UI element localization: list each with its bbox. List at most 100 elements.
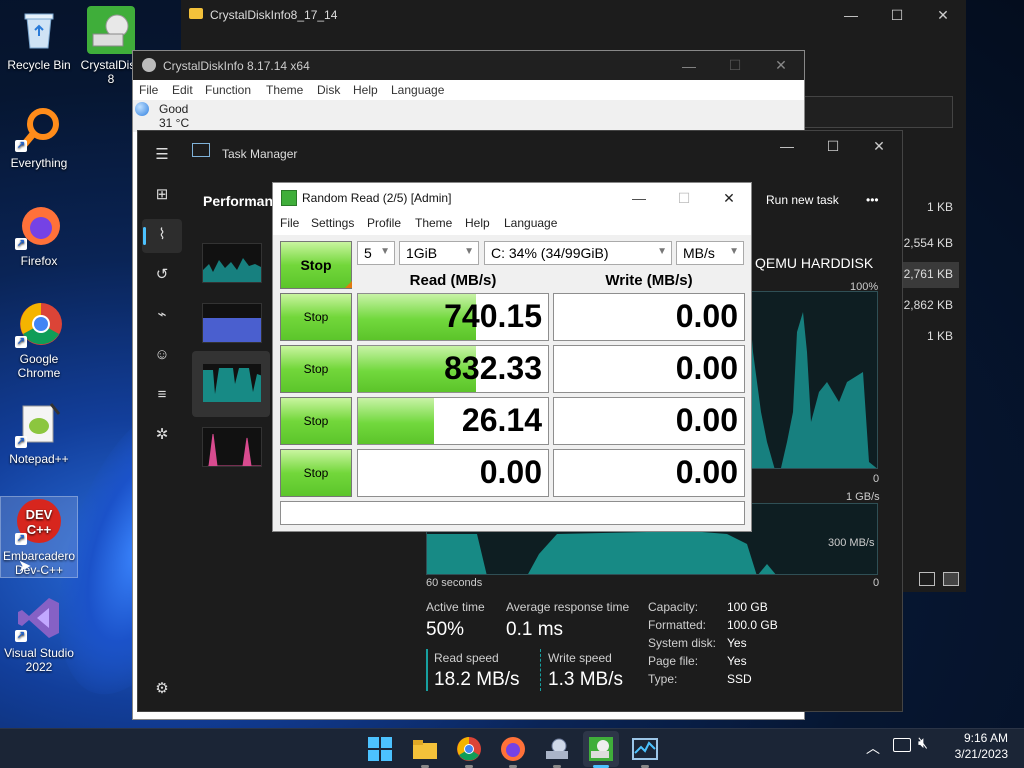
start-windows-icon[interactable]: [367, 736, 395, 764]
row-stop-button[interactable]: Stop: [280, 449, 352, 497]
graph-zero-label: 0: [873, 473, 880, 485]
read-result-value: 26.14: [461, 402, 542, 438]
close-button[interactable]: ✕: [758, 51, 804, 80]
time-span-label: 60 seconds: [426, 577, 483, 589]
search-box[interactable]: [801, 96, 953, 128]
details-icon[interactable]: ≡: [150, 383, 174, 407]
read-progress-bar: [358, 398, 434, 444]
write-result-value: 0.00: [675, 454, 738, 490]
network-icon[interactable]: [893, 738, 911, 752]
read-speed-value: 18.2 MB/s: [434, 669, 520, 690]
test-size-select[interactable]: 1GiB ▼: [399, 241, 479, 265]
desktop-icon-firefox[interactable]: ↗ Firefox: [1, 202, 77, 272]
tiles-view-icon[interactable]: [943, 572, 959, 586]
mouse-cursor-icon: ➤: [18, 558, 32, 575]
taskbar: ︿ 🔇︎ 9:16 AM 3/21/2023: [0, 728, 1024, 768]
row-stop-button[interactable]: Stop: [280, 293, 352, 341]
maximize-button[interactable]: ☐: [874, 0, 920, 30]
menu-language[interactable]: Language: [391, 83, 444, 97]
explorer-title: CrystalDiskInfo8_17_14: [210, 8, 338, 22]
volume-muted-icon[interactable]: 🔇︎: [918, 735, 928, 753]
more-options-button[interactable]: •••: [866, 193, 879, 207]
desktop-icon-everything[interactable]: ↗ Everything: [1, 104, 77, 174]
desktop-icon-label: Everything: [10, 156, 68, 170]
unit-select[interactable]: MB/s ▼: [676, 241, 744, 265]
clock-date[interactable]: 3/21/2023: [946, 747, 1008, 761]
desktop-icon-chrome[interactable]: ↗ Google Chrome: [1, 300, 77, 384]
users-icon[interactable]: ☺: [150, 343, 174, 367]
desktop-icon-devcpp[interactable]: DEV C++ ↗ Embarcadero Dev-C++: [0, 496, 78, 578]
crystaldiskinfo-taskbar-icon[interactable]: [543, 735, 571, 763]
capacity-value: 100 GB: [727, 600, 768, 614]
menu-file[interactable]: File: [139, 83, 158, 97]
test-count-select[interactable]: 5 ▼: [357, 241, 395, 265]
clock-time[interactable]: 9:16 AM: [950, 731, 1008, 745]
task-manager-taskbar-icon[interactable]: [631, 735, 659, 763]
comment-input[interactable]: [280, 501, 745, 525]
chevron-down-icon: ▼: [729, 246, 739, 257]
read-result-cell: 0.00: [357, 449, 549, 497]
menu-profile[interactable]: Profile: [367, 216, 401, 230]
chrome-taskbar-icon[interactable]: [455, 735, 483, 763]
crystaldiskmark-taskbar-icon[interactable]: [587, 735, 615, 763]
row-stop-button[interactable]: Stop: [280, 397, 352, 445]
close-button[interactable]: ✕: [706, 183, 752, 213]
task-manager-icon: [192, 143, 210, 157]
menu-theme[interactable]: Theme: [415, 216, 452, 230]
memory-thumbnail[interactable]: [202, 303, 262, 343]
desktop-icon-recycle-bin[interactable]: Recycle Bin: [1, 6, 77, 78]
disk-thumbnail[interactable]: [202, 363, 262, 403]
maximize-button[interactable]: ☐: [712, 51, 758, 80]
details-view-icon[interactable]: [919, 572, 935, 586]
menu-file[interactable]: File: [280, 216, 299, 230]
drive-select[interactable]: C: 34% (34/99GiB) ▼: [484, 241, 672, 265]
menu-theme[interactable]: Theme: [266, 83, 303, 97]
read-result-value: 740.15: [444, 298, 542, 334]
menu-help[interactable]: Help: [465, 216, 490, 230]
desktop-icon-visual-studio[interactable]: ↗ Visual Studio 2022: [1, 594, 77, 678]
avg-response-label: Average response time: [506, 600, 630, 614]
hamburger-menu-icon[interactable]: ☰: [150, 143, 174, 167]
cpu-thumbnail[interactable]: [202, 243, 262, 283]
visual-studio-icon: ↗: [15, 594, 63, 642]
close-button[interactable]: ✕: [856, 131, 902, 161]
write-result-cell: 0.00: [553, 345, 745, 393]
random-read-titlebar: Random Read (2/5) [Admin] — ☐ ✕: [273, 183, 751, 213]
file-explorer-taskbar-icon[interactable]: [411, 735, 439, 763]
write-speed-marker: [540, 649, 541, 691]
task-manager-title: Task Manager: [222, 147, 298, 161]
network-thumbnail[interactable]: [202, 427, 262, 467]
menu-disk[interactable]: Disk: [317, 83, 340, 97]
formatted-value: 100.0 GB: [727, 618, 778, 632]
random-read-menubar: File Settings Profile Theme Help Languag…: [273, 213, 751, 235]
run-new-task-button[interactable]: Run new task: [766, 193, 839, 207]
row-stop-button[interactable]: Stop: [280, 345, 352, 393]
settings-gear-icon[interactable]: ⚙: [150, 677, 174, 701]
stop-all-button[interactable]: Stop: [280, 241, 352, 289]
unit-value: MB/s: [683, 245, 715, 261]
services-icon[interactable]: ✲: [150, 423, 174, 447]
disk-model-name: QEMU HARDDISK: [755, 255, 874, 271]
crystal-menubar: File Edit Function Theme Disk Help Langu…: [133, 80, 804, 100]
maximize-button[interactable]: ☐: [810, 131, 856, 161]
close-button[interactable]: ✕: [920, 0, 966, 30]
minimize-button[interactable]: —: [764, 131, 810, 161]
menu-help[interactable]: Help: [353, 83, 378, 97]
app-history-icon[interactable]: ↺: [150, 263, 174, 287]
processes-icon[interactable]: ⊞: [150, 183, 174, 207]
minimize-button[interactable]: —: [666, 51, 712, 80]
chevron-up-icon[interactable]: ︿: [866, 738, 880, 758]
startup-apps-icon[interactable]: ⌁: [150, 303, 174, 327]
maximize-button[interactable]: ☐: [661, 183, 707, 213]
read-speed-marker: [426, 649, 428, 691]
menu-function[interactable]: Function: [205, 83, 251, 97]
firefox-taskbar-icon[interactable]: [499, 735, 527, 763]
minimize-button[interactable]: —: [616, 183, 662, 213]
menu-settings[interactable]: Settings: [311, 216, 354, 230]
corner-marker-icon: [345, 281, 352, 288]
performance-icon[interactable]: ⌇: [150, 223, 174, 247]
desktop-icon-notepadpp[interactable]: ↗ Notepad++: [1, 400, 77, 470]
minimize-button[interactable]: —: [828, 0, 874, 30]
menu-edit[interactable]: Edit: [172, 83, 193, 97]
menu-language[interactable]: Language: [504, 216, 557, 230]
